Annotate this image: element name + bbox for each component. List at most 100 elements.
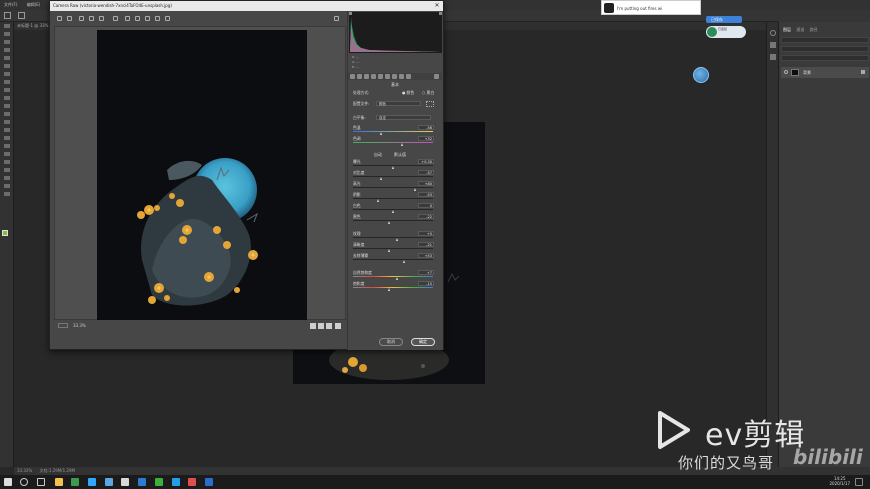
frame-tool-icon[interactable] <box>3 64 11 70</box>
foreground-color-swatch[interactable] <box>2 230 8 236</box>
slider-value-field[interactable]: 0 <box>418 203 434 208</box>
pen-tool-icon[interactable] <box>3 144 11 150</box>
tab-paths[interactable]: 路径 <box>810 27 818 32</box>
gradient-tool-icon[interactable] <box>3 120 11 126</box>
color-sampler-icon[interactable] <box>88 15 95 22</box>
slider-track[interactable] <box>353 276 433 277</box>
lasso-tool-icon[interactable] <box>3 40 11 46</box>
photoshop-icon[interactable] <box>88 478 96 486</box>
move-tool-icon[interactable] <box>3 24 11 30</box>
slider-value-field[interactable]: +32 <box>418 136 434 141</box>
brush-tool-icon[interactable] <box>3 88 11 94</box>
slider-thumb[interactable] <box>380 132 383 135</box>
spot-removal-icon[interactable] <box>134 15 141 22</box>
compare-y-icon[interactable] <box>310 323 316 329</box>
slider-value-field[interactable]: -21 <box>418 242 434 247</box>
clock[interactable]: 14:25 2020/1/17 <box>829 476 850 486</box>
connection-chip[interactable]: 已连接 <box>706 26 746 38</box>
adjustments-icon[interactable] <box>770 54 776 60</box>
slider-value-field[interactable]: +7 <box>418 270 434 275</box>
windows-start-icon[interactable] <box>4 478 12 486</box>
hand-tool-icon[interactable] <box>3 176 11 182</box>
white-balance-tool-icon[interactable] <box>78 15 85 22</box>
file-explorer-icon[interactable] <box>55 478 63 486</box>
slider-value-field[interactable]: +80 <box>418 181 434 186</box>
app-icon-4[interactable] <box>172 478 180 486</box>
auto-link[interactable]: 自动 <box>374 152 382 158</box>
slider-thumb[interactable] <box>391 210 394 213</box>
zoom-level[interactable]: 33.3% <box>73 322 86 330</box>
slider-track[interactable] <box>353 220 433 221</box>
slider-thumb[interactable] <box>388 221 391 224</box>
stamp-tool-icon[interactable] <box>3 96 11 102</box>
blur-tool-icon[interactable] <box>3 128 11 134</box>
hand-tool-icon[interactable] <box>66 15 73 22</box>
default-link[interactable]: 默认值 <box>394 152 406 158</box>
path-select-icon[interactable] <box>3 160 11 166</box>
floating-ball-icon[interactable] <box>693 67 709 83</box>
shape-tool-icon[interactable] <box>3 168 11 174</box>
slider-track[interactable] <box>353 248 433 249</box>
slider-value-field[interactable]: +0.30 <box>418 159 434 164</box>
type-tool-icon[interactable] <box>3 152 11 158</box>
slider-track[interactable] <box>353 176 433 177</box>
home-icon[interactable] <box>4 12 11 19</box>
compare-split-icon[interactable] <box>318 323 324 329</box>
app-icon-3[interactable] <box>138 478 146 486</box>
marquee-tool-icon[interactable] <box>3 32 11 38</box>
slider-thumb[interactable] <box>391 166 394 169</box>
slider-thumb[interactable] <box>401 143 404 146</box>
slider-track[interactable] <box>353 287 433 288</box>
menu-file[interactable]: 文件(F) <box>4 2 17 7</box>
app-icon-6[interactable] <box>205 478 213 486</box>
slider-value-field[interactable]: -22 <box>418 214 434 219</box>
redeye-icon[interactable] <box>144 15 151 22</box>
visibility-eye-icon[interactable] <box>784 70 788 74</box>
slider-track[interactable] <box>353 131 433 132</box>
tab-channels[interactable]: 通道 <box>796 27 804 32</box>
dodge-tool-icon[interactable] <box>3 136 11 142</box>
info-icon[interactable] <box>770 30 776 36</box>
layer-filter-row[interactable] <box>781 37 869 43</box>
quick-select-tool-icon[interactable] <box>3 48 11 54</box>
swatches-icon[interactable] <box>770 42 776 48</box>
menu-edit[interactable]: 编辑(E) <box>27 2 41 7</box>
eyedropper-tool-icon[interactable] <box>3 72 11 78</box>
crop-tool-icon[interactable] <box>18 12 25 19</box>
crop-tool-icon[interactable] <box>3 56 11 62</box>
straighten-tool-icon[interactable] <box>124 15 131 22</box>
tab-layers[interactable]: 图层 <box>783 27 791 32</box>
slider-value-field[interactable]: -53 <box>418 192 434 197</box>
notification-icon[interactable] <box>855 478 863 486</box>
slider-track[interactable] <box>353 198 433 199</box>
swap-icon[interactable] <box>326 323 332 329</box>
app-icon-2[interactable] <box>121 478 129 486</box>
app-icon-5[interactable] <box>188 478 196 486</box>
close-icon[interactable]: ✕ <box>433 2 441 10</box>
wechat-icon[interactable] <box>155 478 163 486</box>
slider-thumb[interactable] <box>380 177 383 180</box>
fullscreen-icon[interactable] <box>333 15 340 22</box>
targeted-adjust-icon[interactable] <box>98 15 105 22</box>
crop-tool-icon[interactable] <box>112 15 119 22</box>
task-view-icon[interactable] <box>37 478 45 486</box>
slider-value-field[interactable]: -56 <box>418 125 434 130</box>
settings-icon[interactable] <box>335 323 341 329</box>
app-icon-1[interactable] <box>105 478 113 486</box>
slider-track[interactable] <box>353 237 433 238</box>
lock-row[interactable] <box>781 55 869 61</box>
chrome-icon[interactable] <box>71 478 79 486</box>
slider-thumb[interactable] <box>413 188 416 191</box>
healing-brush-icon[interactable] <box>3 80 11 86</box>
slider-thumb[interactable] <box>377 199 380 202</box>
slider-value-field[interactable]: -57 <box>418 170 434 175</box>
zoom-tool-icon[interactable] <box>56 15 63 22</box>
search-icon[interactable] <box>20 478 28 486</box>
history-brush-icon[interactable] <box>3 104 11 110</box>
slider-track[interactable] <box>353 142 433 143</box>
more-tools-icon[interactable] <box>3 192 11 198</box>
cancel-button[interactable]: 取消 <box>379 338 403 346</box>
blend-mode-row[interactable] <box>781 46 869 52</box>
zoom-tool-icon[interactable] <box>3 184 11 190</box>
slider-thumb[interactable] <box>387 249 390 252</box>
